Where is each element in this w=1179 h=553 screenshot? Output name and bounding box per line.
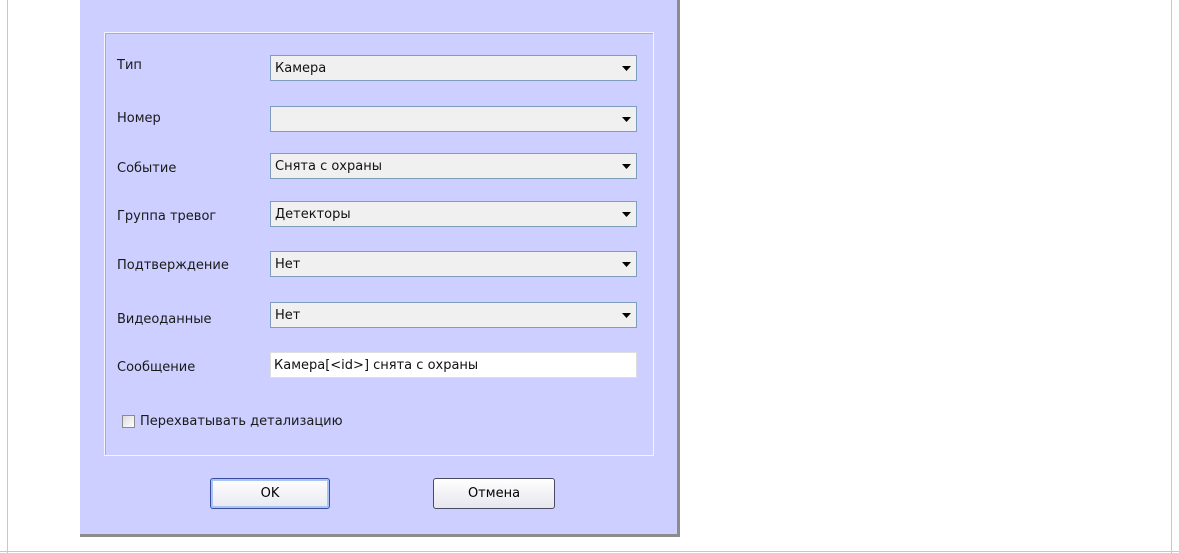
checkbox-unchecked-icon[interactable] [122, 415, 135, 428]
page-left-border [7, 0, 8, 553]
video-data-label: Видеоданные [117, 312, 212, 327]
intercept-detail-label: Перехватывать детализацию [140, 414, 343, 429]
alarm-group-combobox-value: Детекторы [275, 206, 351, 222]
ok-button[interactable]: OK [210, 478, 330, 509]
message-input[interactable] [270, 352, 637, 378]
event-settings-dialog: Тип Камера Номер Событие Снята с охраны … [80, 0, 680, 537]
type-combobox-value: Камера [275, 60, 327, 76]
chevron-down-icon[interactable] [616, 56, 636, 80]
cancel-button[interactable]: Отмена [433, 478, 555, 509]
number-label: Номер [117, 111, 161, 126]
event-label: Событие [117, 161, 177, 176]
chevron-down-icon[interactable] [616, 107, 636, 131]
type-combobox[interactable]: Камера [270, 55, 637, 81]
page-right-border [1171, 0, 1172, 553]
type-label: Тип [117, 58, 142, 73]
message-label: Сообщение [117, 360, 196, 375]
confirmation-combobox-value: Нет [275, 256, 301, 272]
chevron-down-icon[interactable] [616, 154, 636, 178]
chevron-down-icon[interactable] [616, 303, 636, 327]
confirmation-label: Подтверждение [117, 258, 229, 273]
confirmation-combobox[interactable]: Нет [270, 251, 637, 277]
intercept-detail-checkbox-row[interactable]: Перехватывать детализацию [122, 414, 343, 429]
alarm-group-label: Группа тревог [117, 209, 217, 224]
event-combobox[interactable]: Снята с охраны [270, 153, 637, 179]
page-bottom-border [0, 551, 1179, 552]
alarm-group-combobox[interactable]: Детекторы [270, 201, 637, 227]
video-data-combobox[interactable]: Нет [270, 302, 637, 328]
settings-group-box [104, 32, 654, 456]
video-data-combobox-value: Нет [275, 307, 301, 323]
chevron-down-icon[interactable] [616, 202, 636, 226]
event-combobox-value: Снята с охраны [275, 158, 382, 174]
chevron-down-icon[interactable] [616, 252, 636, 276]
number-combobox[interactable] [270, 106, 637, 132]
